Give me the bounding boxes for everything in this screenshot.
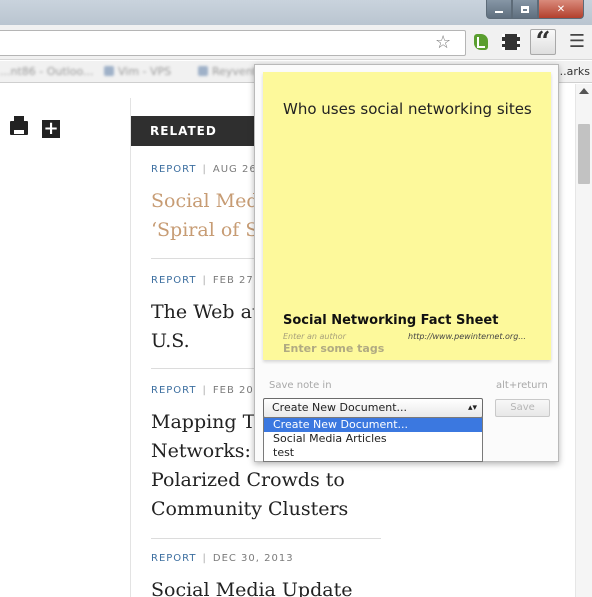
add-icon[interactable]: + (42, 120, 60, 138)
hamburger-menu-icon: ☰ (568, 31, 586, 52)
clip-note-popup: Who uses social networking sites Social … (254, 64, 559, 462)
article-date: AUG 26 (212, 164, 257, 175)
page-scrollbar[interactable] (575, 84, 592, 597)
restore-icon (521, 5, 529, 13)
save-button[interactable]: Save (495, 399, 550, 417)
bookmark-star-icon[interactable]: ☆ (435, 33, 451, 53)
column-divider (130, 98, 131, 597)
maximize-button[interactable] (512, 0, 538, 19)
bookmark-favicon-icon (198, 66, 208, 76)
bookmark-item-label: Vim - VPS (118, 65, 172, 78)
bookmark-favicon-icon (104, 66, 114, 76)
meta-separator: | (202, 164, 207, 175)
article-type[interactable]: REPORT (151, 164, 197, 175)
bookmark-item-label: ...nt86 - Outloo... (0, 65, 94, 78)
article-type[interactable]: REPORT (151, 275, 197, 286)
meta-separator: | (202, 385, 207, 396)
article-type[interactable]: REPORT (151, 553, 197, 564)
quote-icon: “ (535, 27, 551, 57)
save-note-in-label: Save note in (269, 380, 332, 391)
article-type[interactable]: REPORT (151, 385, 197, 396)
close-window-button[interactable]: ✕ (538, 0, 584, 19)
film-extension-button[interactable] (500, 31, 522, 53)
source-url: http://www.pewinternet.org... (408, 332, 526, 341)
article-divider (151, 538, 381, 539)
document-select-value: Create New Document... (272, 401, 408, 414)
dropdown-option[interactable]: Create New Document... (264, 418, 482, 432)
other-bookmarks[interactable]: ...arks (556, 65, 590, 78)
minimize-icon (495, 11, 503, 13)
article-meta: REPORT | DEC 30, 2013 (151, 553, 391, 564)
print-icon[interactable] (10, 116, 28, 135)
article-date: FEB 20 (212, 385, 254, 396)
shortcut-hint: alt+return (496, 380, 548, 391)
note-title[interactable]: Social Networking Fact Sheet (283, 313, 498, 328)
bookmark-item[interactable]: ...nt86 - Outloo... (0, 65, 94, 78)
browser-toolbar: ☆ “ ☰ (0, 25, 592, 60)
article-date: DEC 30, 2013 (212, 553, 294, 564)
meta-separator: | (202, 275, 207, 286)
document-select[interactable]: Create New Document... ▴▾ (263, 398, 483, 418)
close-icon: ✕ (556, 3, 566, 15)
bookmark-item[interactable]: Vim - VPS (104, 65, 171, 78)
dropdown-option[interactable]: test (264, 446, 482, 460)
minimize-button[interactable] (486, 0, 512, 19)
sticky-note: Who uses social networking sites Social … (263, 72, 551, 360)
related-article: REPORT | DEC 30, 2013 Social Media Update (151, 553, 391, 597)
scroll-up-icon[interactable] (579, 88, 589, 94)
address-bar[interactable]: ☆ (0, 30, 466, 56)
evernote-extension-button[interactable] (470, 31, 492, 53)
browser-window: ✕ ☆ “ ☰ ...nt86 - Outloo... Vim - VPS Re… (0, 0, 592, 597)
tags-field[interactable]: Enter some tags (283, 342, 384, 355)
evernote-icon (474, 34, 488, 50)
quote-extension-button[interactable]: “ (530, 27, 556, 57)
select-arrows-icon: ▴▾ (467, 403, 477, 413)
title-bar: ✕ (0, 0, 592, 25)
scroll-thumb[interactable] (578, 124, 590, 184)
document-dropdown: Create New Document... Social Media Arti… (263, 417, 483, 462)
film-strip-icon (502, 34, 520, 50)
browser-menu-button[interactable]: ☰ (566, 31, 588, 53)
dropdown-option[interactable]: Social Media Articles (264, 432, 482, 446)
article-headline[interactable]: Social Media Update (151, 576, 391, 597)
note-text-area[interactable]: Who uses social networking sites (283, 99, 533, 119)
meta-separator: | (202, 553, 207, 564)
author-field[interactable]: Enter an author (283, 332, 346, 341)
article-date: FEB 27 (212, 275, 254, 286)
